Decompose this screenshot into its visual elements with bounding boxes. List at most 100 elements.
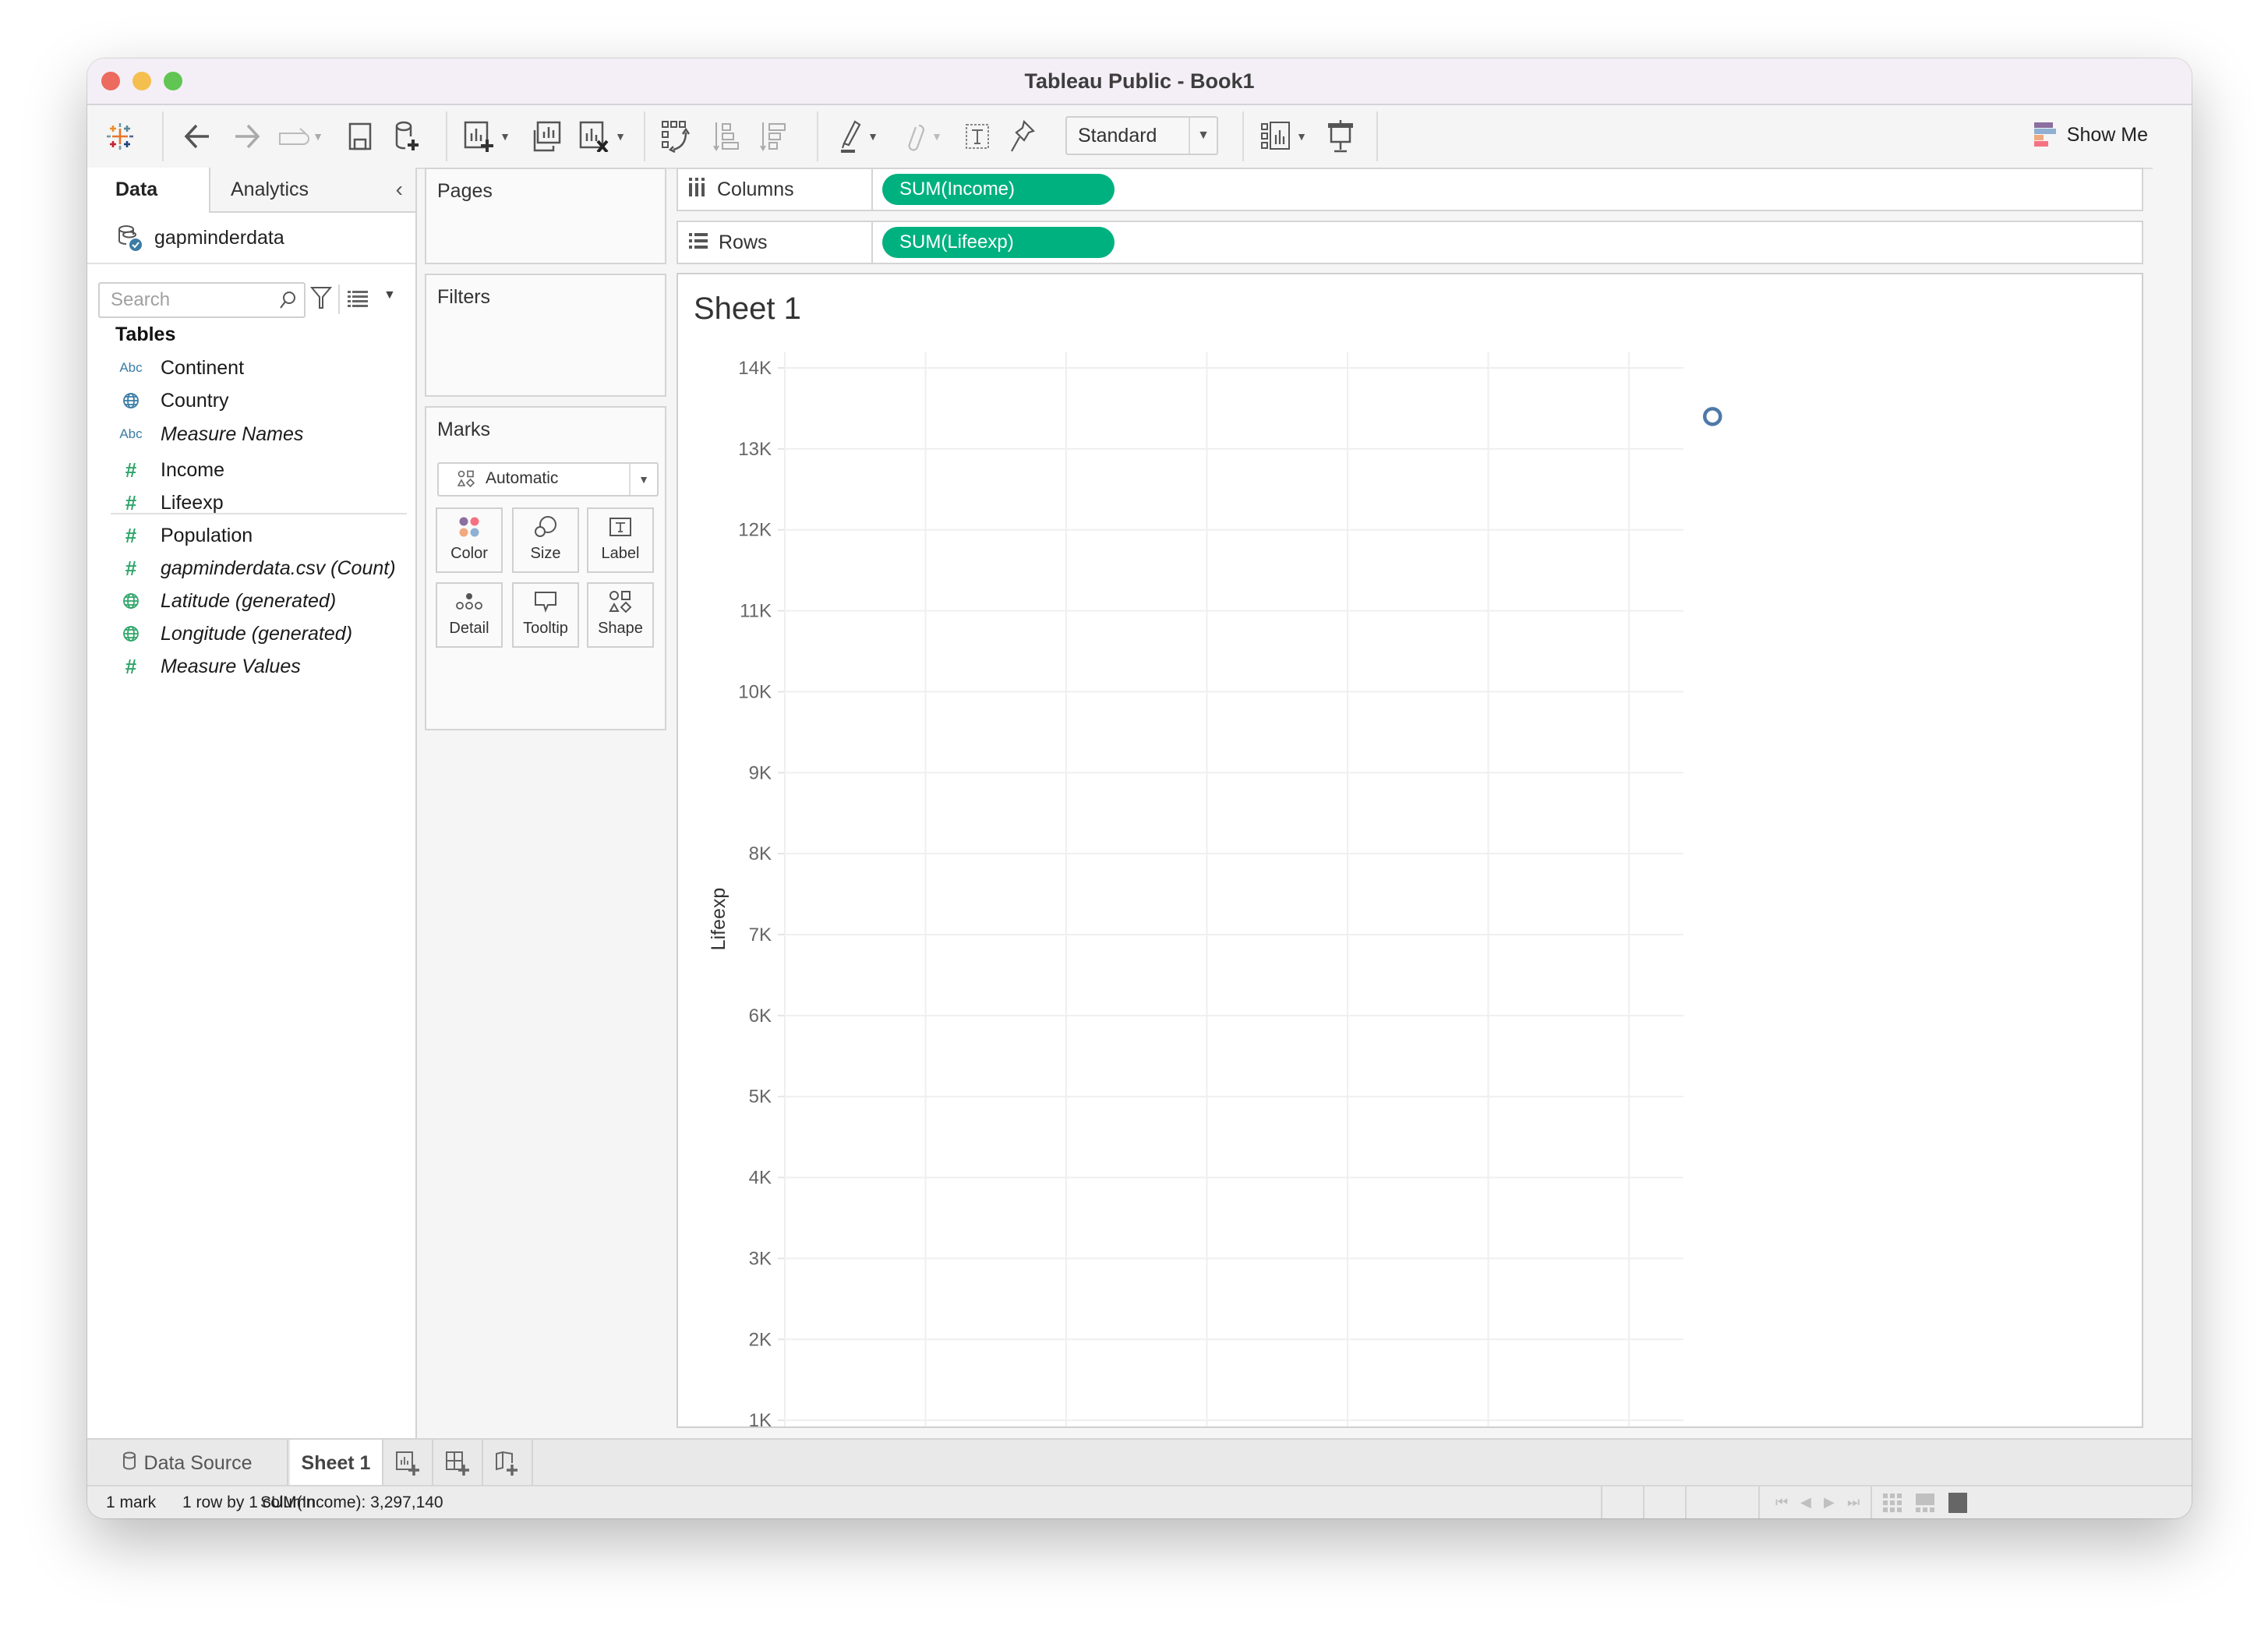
field-name: Lifeexp xyxy=(161,491,224,514)
field-item[interactable]: # gapminderdata.csv (Count) xyxy=(115,553,396,584)
tableau-logo-icon[interactable] xyxy=(103,119,137,154)
show-me-icon xyxy=(2033,122,2056,147)
field-name: Measure Values xyxy=(161,655,301,677)
field-item[interactable]: Latitude (generated) xyxy=(115,585,336,617)
color-button[interactable]: Color xyxy=(436,507,503,573)
new-dashboard-tab-button[interactable] xyxy=(433,1440,483,1486)
globe-icon xyxy=(115,392,147,409)
save-icon[interactable] xyxy=(344,119,376,154)
prev-page-icon[interactable]: ◀ xyxy=(1800,1494,1811,1511)
field-name: Population xyxy=(161,524,253,546)
columns-pill-sum-income[interactable]: SUM(Income) xyxy=(882,174,1115,205)
new-worksheet-icon[interactable]: ▼ xyxy=(460,119,514,154)
field-item[interactable]: Country xyxy=(115,385,229,416)
collapse-pane-icon[interactable]: ‹ xyxy=(396,177,403,202)
mark-type-dropdown[interactable]: Automatic ▼ xyxy=(437,462,659,497)
sheet-tab-sheet-1[interactable]: Sheet 1 xyxy=(290,1440,383,1486)
window-title: Tableau Public - Book1 xyxy=(1024,69,1255,93)
show-me-button[interactable]: Show Me xyxy=(2033,122,2148,147)
field-item[interactable]: Abc Continent xyxy=(115,352,244,384)
field-name: Continent xyxy=(161,356,245,379)
data-point xyxy=(1703,407,1722,426)
field-name: Measure Names xyxy=(161,422,304,445)
group-icon[interactable]: ▼ xyxy=(899,119,949,154)
swap-rows-columns-icon[interactable] xyxy=(659,119,694,154)
rows-shelf[interactable]: Rows SUM(Lifeexp) xyxy=(677,221,2143,264)
columns-shelf[interactable]: Columns SUM(Income) xyxy=(677,168,2143,211)
y-tick-label: 5K xyxy=(749,1087,772,1108)
highlight-icon[interactable]: ▼ xyxy=(834,119,884,154)
forward-icon[interactable] xyxy=(231,119,265,154)
sort-ascending-icon[interactable] xyxy=(711,119,742,154)
sort-descending-icon[interactable] xyxy=(758,119,789,154)
tab-analytics[interactable]: Analytics ‹ xyxy=(209,168,415,213)
size-label: Size xyxy=(530,545,561,562)
view-options-dropdown[interactable]: ▼ xyxy=(383,288,396,302)
y-tick-label: 10K xyxy=(738,681,772,702)
first-page-icon[interactable]: ⏮ xyxy=(1775,1494,1788,1511)
label-icon xyxy=(588,509,652,545)
search-input[interactable] xyxy=(109,288,268,312)
label-button[interactable]: Label xyxy=(587,507,654,573)
pin-icon[interactable] xyxy=(1005,119,1040,154)
tab-data[interactable]: Data xyxy=(87,168,209,214)
field-name: Latitude (generated) xyxy=(161,589,337,612)
search-icon xyxy=(279,291,296,313)
y-axis-title: Lifeexp xyxy=(708,888,730,951)
new-story-tab-button[interactable] xyxy=(483,1440,533,1486)
field-item[interactable]: Longitude (generated) xyxy=(115,618,352,649)
y-tick-label: 13K xyxy=(738,439,772,460)
show-tabs-icon[interactable] xyxy=(1948,1493,1967,1517)
detail-label: Detail xyxy=(449,620,489,637)
show-cards-icon[interactable]: ▼ xyxy=(1256,119,1311,154)
field-item[interactable]: Abc Measure Names xyxy=(115,419,303,450)
fit-dropdown[interactable]: Standard ▼ xyxy=(1065,116,1218,155)
pages-card-title: Pages xyxy=(437,180,493,202)
next-page-icon[interactable]: ▶ xyxy=(1824,1494,1835,1511)
app-window: Tableau Public - Book1 ▼ ▼ ▼ ▼ ▼ Standar… xyxy=(87,58,2192,1518)
redo-icon[interactable]: ▼ xyxy=(277,119,324,154)
field-name: Country xyxy=(161,389,229,412)
shape-button[interactable]: Shape xyxy=(587,582,654,648)
back-icon[interactable] xyxy=(179,119,214,154)
search-field[interactable] xyxy=(98,282,306,318)
data-source-tab[interactable]: Data Source xyxy=(87,1440,288,1486)
mark-type-value: Automatic xyxy=(486,469,559,487)
field-item[interactable]: # Measure Values xyxy=(115,651,301,682)
filter-icon[interactable] xyxy=(309,286,333,313)
shape-label: Shape xyxy=(598,620,643,637)
field-item[interactable]: # Income xyxy=(115,454,224,486)
field-name: Longitude (generated) xyxy=(161,622,353,645)
pages-card[interactable]: Pages xyxy=(425,168,666,264)
last-page-icon[interactable]: ⏭ xyxy=(1847,1494,1860,1511)
list-view-icon[interactable] xyxy=(348,289,369,312)
field-item[interactable]: # Population xyxy=(115,520,253,551)
y-tick-label: 3K xyxy=(749,1248,772,1269)
fit-dropdown-value: Standard xyxy=(1078,125,1157,147)
chevron-down-icon: ▼ xyxy=(629,464,657,495)
filters-card[interactable]: Filters xyxy=(425,274,666,397)
size-icon xyxy=(514,509,578,545)
new-worksheet-tab-button[interactable] xyxy=(383,1440,433,1486)
show-sheet-sorter-icon[interactable] xyxy=(1883,1493,1902,1516)
y-tick-label: 2K xyxy=(749,1329,772,1350)
detail-button[interactable]: Detail xyxy=(436,582,503,648)
y-tick-label: 9K xyxy=(749,762,772,783)
presentation-mode-icon[interactable] xyxy=(1323,119,1358,154)
new-datasource-icon[interactable] xyxy=(391,119,422,154)
rows-pill-sum-lifeexp[interactable]: SUM(Lifeexp) xyxy=(882,227,1115,258)
size-button[interactable]: Size xyxy=(512,507,579,573)
datasource-tab-icon xyxy=(122,1451,136,1476)
marks-card-title: Marks xyxy=(437,419,491,440)
duplicate-sheet-icon[interactable] xyxy=(528,119,563,154)
number-type-icon: # xyxy=(125,490,137,514)
y-tick-label: 12K xyxy=(738,520,772,541)
datasource-item[interactable]: gapminderdata xyxy=(115,224,284,252)
show-labels-icon[interactable] xyxy=(960,119,994,154)
toolbar: ▼ ▼ ▼ ▼ ▼ Standard ▼ ▼ Show Me xyxy=(87,105,2192,169)
show-filmstrip-icon[interactable] xyxy=(1916,1493,1934,1516)
tooltip-button[interactable]: Tooltip xyxy=(512,582,579,648)
clear-sheet-icon[interactable]: ▼ xyxy=(575,119,630,154)
shape-icon xyxy=(588,584,652,620)
rows-label: Rows xyxy=(719,231,768,253)
